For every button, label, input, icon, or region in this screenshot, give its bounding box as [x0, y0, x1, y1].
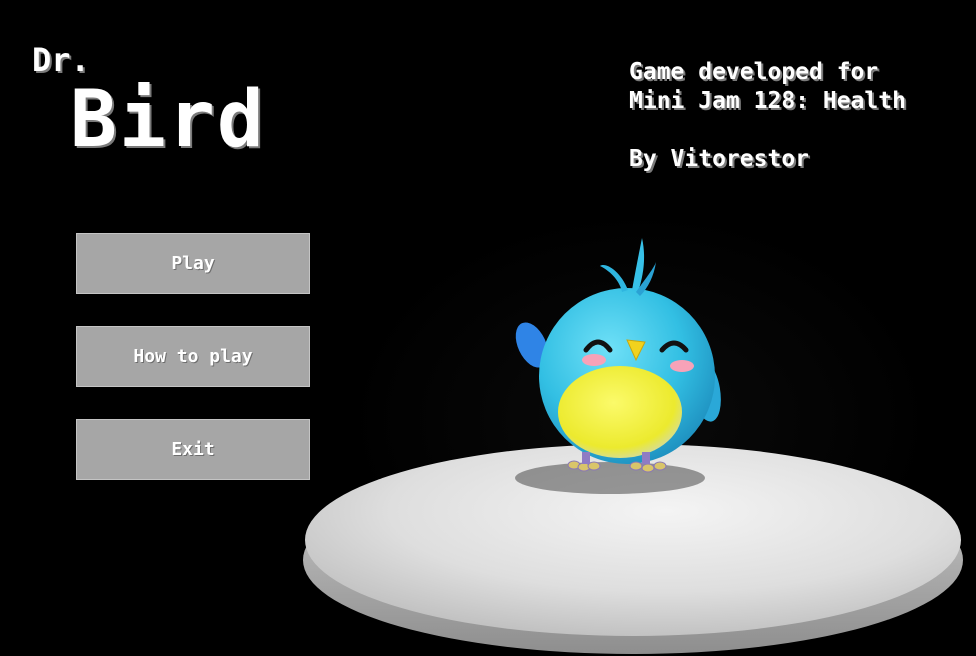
main-menu-screen: Dr. Bird Game developed for Mini Jam 128…: [0, 0, 976, 656]
bird-character: [515, 238, 721, 473]
title-prefix: Dr.: [32, 41, 90, 79]
game-title: Bird: [70, 75, 266, 165]
credits-line-author: By Vitorestor: [629, 146, 810, 172]
pedestal: [303, 444, 963, 654]
credits-spacer: [629, 116, 959, 145]
credits-line-jam: Game developed for: [629, 59, 879, 85]
play-button[interactable]: Play: [76, 233, 310, 294]
how-to-play-button[interactable]: How to play: [76, 326, 310, 387]
exit-button[interactable]: Exit: [76, 419, 310, 480]
how-to-play-button-label: How to play: [133, 346, 253, 367]
play-button-label: Play: [171, 253, 215, 274]
credits-block: Game developed for Mini Jam 128: Health …: [629, 58, 959, 174]
credits-line-jam-name: Mini Jam 128: Health: [629, 88, 906, 114]
exit-button-label: Exit: [171, 439, 215, 460]
